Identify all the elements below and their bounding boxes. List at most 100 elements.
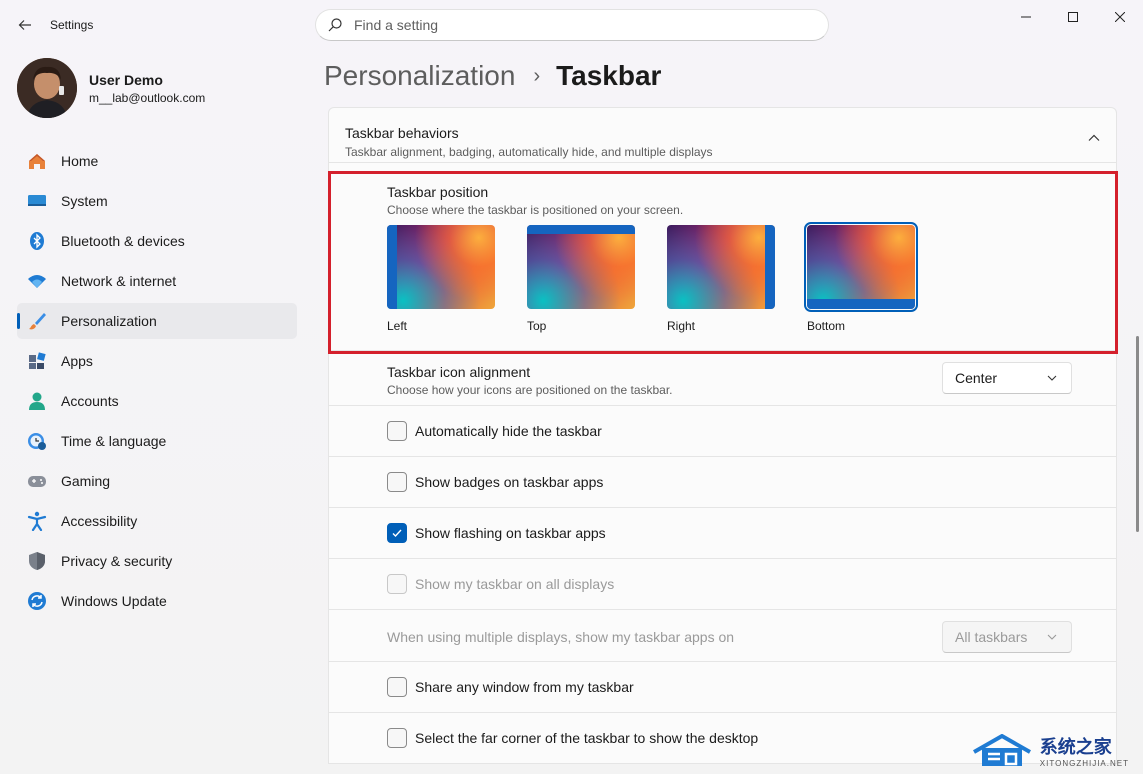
wifi-icon bbox=[27, 271, 47, 291]
clock-globe-icon bbox=[27, 431, 47, 451]
auto-hide-row[interactable]: Automatically hide the taskbar bbox=[328, 406, 1117, 457]
sidebar-item-personalization[interactable]: Personalization bbox=[17, 303, 297, 339]
search-box[interactable] bbox=[315, 9, 829, 41]
sidebar-item-time-language[interactable]: Time & language bbox=[17, 423, 297, 459]
position-option-right[interactable]: Right bbox=[667, 225, 775, 333]
sidebar-item-bluetooth[interactable]: Bluetooth & devices bbox=[17, 223, 297, 259]
all-displays-checkbox[interactable] bbox=[387, 574, 407, 594]
sidebar-item-label: Home bbox=[61, 153, 99, 169]
share-window-checkbox[interactable] bbox=[387, 677, 407, 697]
position-label: Top bbox=[527, 319, 547, 333]
taskbar-bar bbox=[765, 225, 775, 309]
brush-icon bbox=[27, 311, 47, 331]
maximize-icon bbox=[1067, 12, 1078, 22]
section-title: Taskbar behaviors bbox=[345, 125, 459, 141]
sidebar-nav: Home System Bluetooth & devices Network … bbox=[17, 143, 297, 623]
position-option-left[interactable]: Left bbox=[387, 225, 495, 333]
bluetooth-icon bbox=[27, 231, 47, 251]
shield-icon bbox=[27, 551, 47, 571]
position-option-top[interactable]: Top bbox=[527, 225, 635, 333]
checkbox-label: Share any window from my taskbar bbox=[415, 679, 634, 695]
sidebar-item-network[interactable]: Network & internet bbox=[17, 263, 297, 299]
show-flashing-checkbox[interactable] bbox=[387, 523, 407, 543]
far-corner-checkbox[interactable] bbox=[387, 728, 407, 748]
section-description: Taskbar alignment, badging, automaticall… bbox=[345, 145, 713, 159]
breadcrumb: Personalization › Taskbar bbox=[324, 60, 661, 92]
gamepad-icon bbox=[27, 471, 47, 491]
chevron-down-icon bbox=[1047, 375, 1057, 381]
scrollbar[interactable] bbox=[1136, 336, 1139, 532]
taskbar-behaviors-header[interactable]: Taskbar behaviors Taskbar alignment, bad… bbox=[328, 107, 1117, 163]
system-icon bbox=[27, 191, 47, 211]
share-window-row[interactable]: Share any window from my taskbar bbox=[328, 662, 1117, 713]
checkmark-icon bbox=[392, 529, 402, 538]
position-label: Right bbox=[667, 319, 696, 333]
close-icon bbox=[1114, 12, 1125, 22]
position-label: Bottom bbox=[807, 319, 846, 333]
maximize-button[interactable] bbox=[1049, 0, 1096, 34]
checkbox-label: Show flashing on taskbar apps bbox=[415, 525, 606, 541]
position-preview-left bbox=[387, 225, 495, 309]
close-button[interactable] bbox=[1096, 0, 1143, 34]
sidebar-item-gaming[interactable]: Gaming bbox=[17, 463, 297, 499]
sidebar-item-label: Gaming bbox=[61, 473, 111, 489]
sidebar-item-accounts[interactable]: Accounts bbox=[17, 383, 297, 419]
icon-alignment-dropdown[interactable]: Center bbox=[942, 362, 1072, 394]
watermark: 系统之家 XITONGZHIJIA.NET bbox=[972, 733, 1129, 768]
auto-hide-checkbox[interactable] bbox=[387, 421, 407, 441]
sidebar-item-label: Apps bbox=[61, 353, 93, 369]
show-badges-checkbox[interactable] bbox=[387, 472, 407, 492]
title-bar: Settings bbox=[0, 0, 1143, 50]
taskbar-position-title: Taskbar position bbox=[387, 184, 489, 200]
show-flashing-row[interactable]: Show flashing on taskbar apps bbox=[328, 508, 1117, 559]
sidebar-item-label: Bluetooth & devices bbox=[61, 233, 185, 249]
multi-display-row: When using multiple displays, show my ta… bbox=[328, 610, 1117, 662]
minimize-button[interactable] bbox=[1002, 0, 1049, 34]
icon-alignment-row: Taskbar icon alignment Choose how your i… bbox=[328, 351, 1117, 406]
dropdown-value: Center bbox=[955, 370, 998, 386]
sidebar-item-windows-update[interactable]: Windows Update bbox=[17, 583, 297, 619]
avatar bbox=[17, 58, 77, 118]
taskbar-bar bbox=[807, 299, 915, 309]
back-button[interactable] bbox=[12, 12, 38, 38]
house-logo-icon bbox=[972, 733, 1031, 766]
user-profile[interactable]: User Demo m__lab@outlook.com bbox=[17, 58, 205, 118]
dropdown-value: All taskbars bbox=[955, 629, 1028, 645]
multi-display-dropdown[interactable]: All taskbars bbox=[942, 621, 1072, 653]
checkbox-label: Automatically hide the taskbar bbox=[415, 423, 602, 439]
page-title: Taskbar bbox=[556, 60, 662, 91]
taskbar-position-options: Left Top Right Bottom bbox=[387, 222, 1116, 333]
sidebar-item-label: Accounts bbox=[61, 393, 119, 409]
user-email: m__lab@outlook.com bbox=[89, 90, 206, 105]
sidebar-item-label: Windows Update bbox=[61, 593, 167, 609]
search-input[interactable] bbox=[354, 17, 794, 33]
sidebar-item-label: Time & language bbox=[61, 433, 167, 449]
taskbar-position-description: Choose where the taskbar is positioned o… bbox=[387, 203, 684, 217]
position-option-bottom[interactable]: Bottom bbox=[804, 222, 918, 333]
position-preview-top bbox=[527, 225, 635, 309]
update-icon bbox=[27, 591, 47, 611]
watermark-cn: 系统之家 bbox=[1039, 737, 1112, 757]
sidebar-item-apps[interactable]: Apps bbox=[17, 343, 297, 379]
home-icon bbox=[27, 151, 47, 171]
chevron-down-icon bbox=[1047, 634, 1057, 640]
taskbar-bar bbox=[387, 225, 397, 309]
sidebar-item-system[interactable]: System bbox=[17, 183, 297, 219]
person-icon bbox=[27, 391, 47, 411]
accessibility-icon bbox=[27, 511, 47, 531]
show-badges-row[interactable]: Show badges on taskbar apps bbox=[328, 457, 1117, 508]
taskbar-bar bbox=[527, 225, 635, 234]
chevron-up-icon[interactable] bbox=[1086, 130, 1102, 146]
checkbox-label: Show my taskbar on all displays bbox=[415, 576, 615, 592]
breadcrumb-parent[interactable]: Personalization bbox=[324, 60, 515, 92]
all-displays-row: Show my taskbar on all displays bbox=[328, 559, 1117, 610]
checkbox-label: Select the far corner of the taskbar to … bbox=[415, 730, 759, 746]
sidebar-item-accessibility[interactable]: Accessibility bbox=[17, 503, 297, 539]
sidebar-item-home[interactable]: Home bbox=[17, 143, 297, 179]
user-name: User Demo bbox=[89, 71, 163, 88]
sidebar-item-label: Accessibility bbox=[61, 513, 138, 529]
position-preview-bottom bbox=[804, 222, 918, 312]
taskbar-behaviors-panel: Taskbar behaviors Taskbar alignment, bad… bbox=[328, 107, 1117, 774]
sidebar-item-privacy[interactable]: Privacy & security bbox=[17, 543, 297, 579]
sidebar-item-label: Network & internet bbox=[61, 273, 177, 289]
